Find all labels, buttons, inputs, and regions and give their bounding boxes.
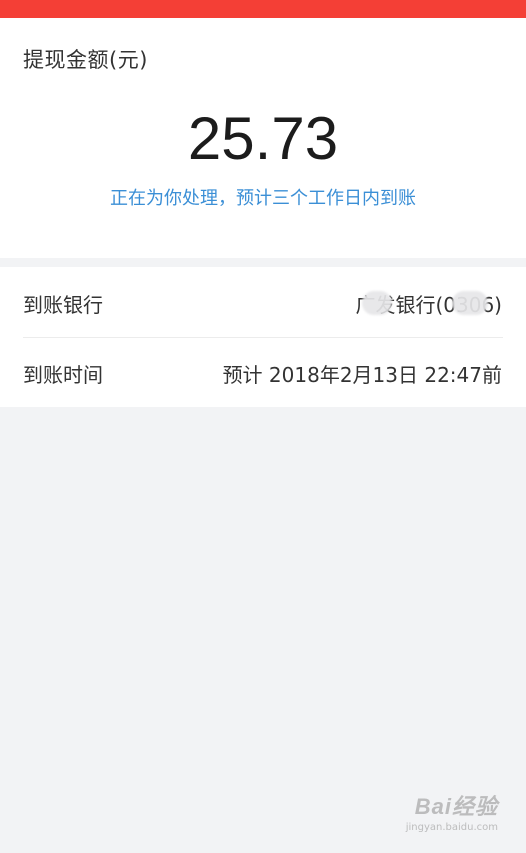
bank-label: 到账银行 (23, 293, 103, 317)
watermark-url: jingyan.baidu.com (405, 822, 498, 833)
amount-label: 提现金额(元) (23, 48, 148, 72)
redaction-mask (362, 291, 392, 315)
processing-status: 正在为你处理，预计三个工作日内到账 (110, 188, 416, 209)
baidu-jingyan-watermark: Bai经验 jingyan.baidu.com (406, 789, 498, 833)
redaction-mask (452, 291, 488, 315)
watermark-logo: Bai经验 (414, 794, 498, 819)
withdrawal-amount-card: 提现金额(元) 25.73 正在为你处理，预计三个工作日内到账 (0, 18, 526, 258)
amount-value: 25.73 (187, 105, 339, 172)
detail-row-bank: 到账银行 广发银行(0306) (0, 267, 526, 337)
withdrawal-details: 到账银行 广发银行(0306) 到账时间 预计 2018年2月13日 22:47… (0, 267, 526, 407)
arrival-time-value: 预计 2018年2月13日 22:47前 (222, 363, 502, 387)
arrival-time-label: 到账时间 (23, 363, 103, 387)
top-status-bar (0, 0, 526, 18)
detail-row-time: 到账时间 预计 2018年2月13日 22:47前 (0, 337, 526, 407)
